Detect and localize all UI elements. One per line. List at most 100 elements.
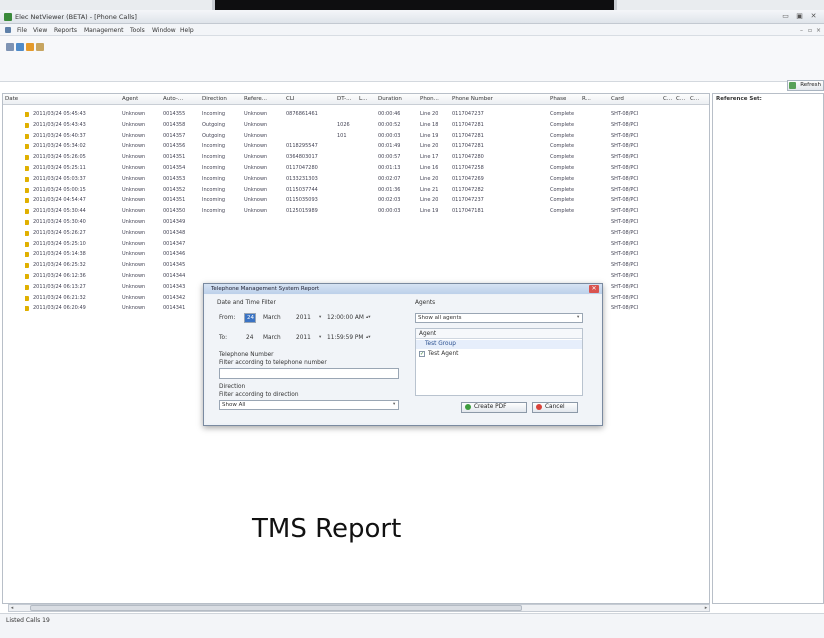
toolbar — [0, 36, 824, 82]
table-row[interactable]: 2011/03/24 05:40:37 Unknown 0014357 Outgoin… — [3, 133, 709, 140]
new-icon[interactable] — [16, 43, 24, 51]
column-phone-number[interactable]: Phone Number — [452, 96, 493, 102]
menu-help[interactable]: Help — [180, 27, 194, 34]
agent-checkbox[interactable]: ✓ — [419, 351, 425, 357]
column-c2[interactable]: C... — [676, 96, 685, 102]
table-cell: Incoming — [202, 165, 226, 171]
menu-reports[interactable]: Reports — [54, 27, 77, 34]
column-l[interactable]: L... — [359, 96, 367, 102]
table-cell: Unknown — [244, 132, 268, 139]
table-row[interactable]: 2011/03/24 05:45:43 Unknown 0014355 Incomin… — [3, 111, 709, 118]
mdi-minimize-icon[interactable]: – — [800, 27, 803, 34]
table-cell: Unknown — [122, 175, 146, 182]
from-time-spinner-icon[interactable]: ▴▾ — [366, 315, 371, 320]
column-cli[interactable]: CLI — [286, 96, 295, 102]
table-cell: Unknown — [122, 165, 146, 171]
table-row[interactable]: 2011/03/24 05:34:02 Unknown 0014356 Incomin… — [3, 143, 709, 150]
table-cell: 00:01:49 — [378, 143, 401, 150]
to-year[interactable]: 2011 — [296, 335, 311, 341]
from-date-dropdown-icon[interactable]: ▾ — [319, 315, 321, 320]
column-c1[interactable]: C... — [663, 96, 672, 102]
table-cell: 0364803017 — [286, 154, 318, 161]
dialog-close-icon[interactable]: ✕ — [589, 285, 599, 293]
report-icon[interactable] — [36, 43, 44, 51]
to-time-spinner-icon[interactable]: ▴▾ — [366, 335, 371, 340]
scrollbar-thumb[interactable] — [30, 605, 522, 611]
scroll-right-icon[interactable]: ▸ — [702, 604, 710, 612]
column-duration[interactable]: Duration — [378, 96, 402, 102]
from-time[interactable]: 12:00:00 AM — [327, 315, 364, 321]
table-cell: Complete — [550, 143, 575, 150]
table-row[interactable]: 2011/03/24 06:25:32 Unknown 0014345 SHT-08/… — [3, 262, 709, 269]
table-cell: Unknown — [122, 186, 146, 193]
table-cell: Complete — [550, 208, 575, 215]
menu-tools[interactable]: Tools — [130, 27, 145, 34]
mdi-close-icon[interactable]: × — [816, 27, 821, 34]
table-row[interactable]: 2011/03/24 05:25:10 Unknown 0014347 SHT-08/… — [3, 241, 709, 248]
direction-label: Direction — [219, 384, 246, 390]
table-cell: 0117047237 — [452, 111, 484, 117]
table-cell: Unknown — [122, 132, 146, 139]
column-date[interactable]: Date — [5, 96, 18, 102]
from-year[interactable]: 2011 — [296, 315, 311, 321]
table-row[interactable]: 2011/03/24 05:30:40 Unknown 0014349 SHT-08/… — [3, 219, 709, 226]
column-reference[interactable]: Refere... — [244, 96, 267, 102]
table-row[interactable]: 2011/03/24 06:12:36 Unknown 0014344 SHT-08/… — [3, 273, 709, 280]
from-month[interactable]: March — [263, 315, 281, 321]
mdi-restore-icon[interactable]: ▫ — [808, 27, 812, 34]
menu-management[interactable]: Management — [84, 27, 124, 34]
table-row[interactable]: 2011/03/24 05:30:44 Unknown 0014350 Incomin… — [3, 208, 709, 215]
table-cell: 0117047181 — [452, 208, 484, 215]
table-cell: 2011/03/24 05:25:10 — [33, 240, 86, 247]
table-cell: 00:00:03 — [378, 208, 401, 215]
column-phone-line[interactable]: Phon... — [420, 96, 439, 102]
column-phase[interactable]: Phase — [550, 96, 566, 102]
table-cell: 0117047280 — [452, 154, 484, 161]
agents-dropdown-icon[interactable]: ▾ — [577, 315, 579, 320]
agent-name[interactable]: Test Agent — [428, 351, 458, 357]
table-row[interactable]: 2011/03/24 05:14:38 Unknown 0014346 SHT-08/… — [3, 251, 709, 258]
to-month[interactable]: March — [263, 335, 281, 341]
table-row[interactable]: 2011/03/24 04:54:47 Unknown 0014351 Incomin… — [3, 197, 709, 204]
table-row[interactable]: 2011/03/24 05:43:43 Unknown 0014358 Outgoin… — [3, 122, 709, 129]
flag-icon — [25, 198, 29, 204]
filter-icon[interactable] — [6, 43, 14, 51]
scroll-left-icon[interactable]: ◂ — [8, 604, 16, 612]
menu-file[interactable]: File — [17, 27, 27, 34]
table-row[interactable]: 2011/03/24 05:00:15 Unknown 0014352 Incomin… — [3, 187, 709, 194]
table-row[interactable]: 2011/03/24 05:03:37 Unknown 0014353 Incomin… — [3, 176, 709, 183]
table-row[interactable]: 2011/03/24 05:26:05 Unknown 0014351 Incomin… — [3, 154, 709, 161]
table-row[interactable]: 2011/03/24 05:26:27 Unknown 0014348 SHT-08/… — [3, 230, 709, 237]
direction-dropdown-icon[interactable]: ▾ — [393, 402, 395, 407]
column-r[interactable]: R... — [582, 96, 591, 102]
column-card[interactable]: Card — [611, 96, 624, 102]
column-dt[interactable]: DT-... — [337, 96, 351, 102]
column-direction[interactable]: Direction — [202, 96, 227, 102]
to-date-dropdown-icon[interactable]: ▾ — [319, 335, 321, 340]
background-window — [212, 0, 617, 10]
table-cell: SHT-08/PCI — [611, 262, 639, 269]
agents-select[interactable]: Show all agents — [415, 313, 583, 323]
table-row[interactable]: 2011/03/24 05:25:11 Unknown 0014354 Incomin… — [3, 165, 709, 172]
column-agent[interactable]: Agent — [122, 96, 138, 102]
to-day[interactable]: 24 — [246, 335, 253, 341]
column-c3[interactable]: C... — [690, 96, 699, 102]
table-cell: 0117047269 — [452, 175, 484, 182]
minimize-icon[interactable]: ▭ — [780, 12, 791, 21]
close-icon[interactable]: ✕ — [808, 12, 819, 21]
table-cell: Outgoing — [202, 132, 226, 139]
table-cell: 0876861461 — [286, 111, 318, 117]
export-icon[interactable] — [26, 43, 34, 51]
menu-view[interactable]: View — [33, 27, 47, 34]
table-body: 2011/03/24 05:45:43 Unknown 0014355 Incomin… — [3, 111, 709, 312]
from-day-field[interactable]: 24 — [244, 313, 256, 323]
menu-window[interactable]: Window — [152, 27, 176, 34]
table-cell: Unknown — [122, 273, 146, 279]
telephone-number-input[interactable] — [219, 368, 399, 379]
agent-group-name[interactable]: Test Group — [425, 341, 456, 347]
to-time[interactable]: 11:59:59 PM — [327, 335, 363, 341]
column-auto[interactable]: Auto-... — [163, 96, 183, 102]
maximize-icon[interactable]: ▣ — [794, 12, 805, 21]
table-cell: Complete — [550, 197, 575, 204]
direction-select[interactable]: Show All — [219, 400, 399, 410]
